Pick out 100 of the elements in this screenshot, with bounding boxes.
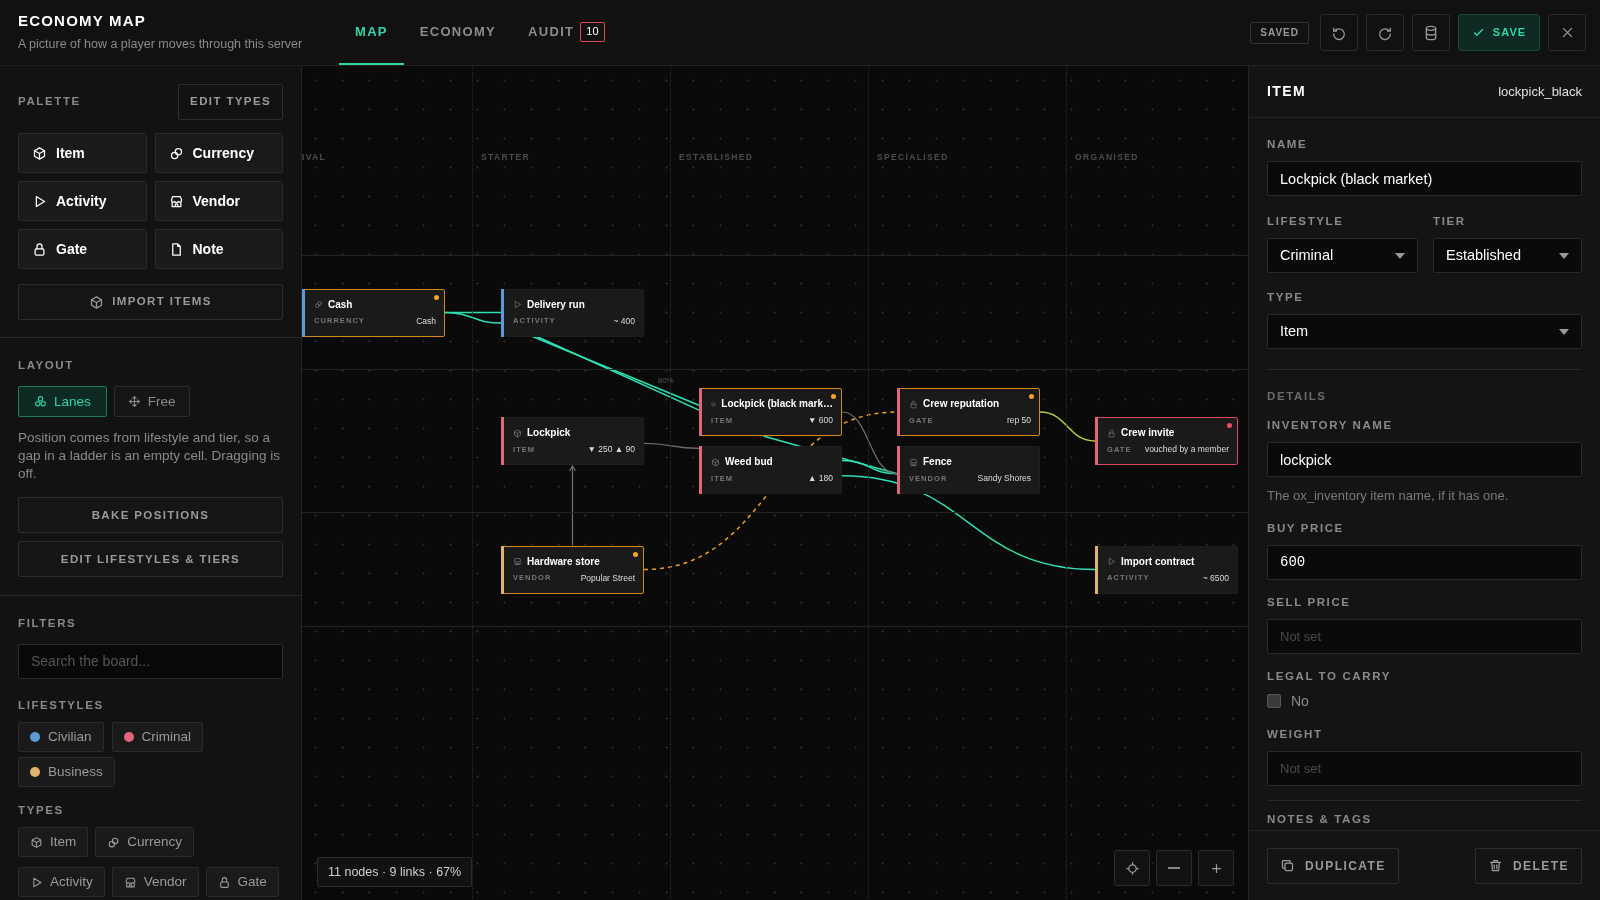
node-value: Cash bbox=[416, 314, 436, 328]
play-icon bbox=[1107, 557, 1116, 566]
recenter-button[interactable] bbox=[1114, 850, 1150, 886]
number-field[interactable]: Not set bbox=[1267, 750, 1582, 786]
play-icon bbox=[30, 875, 43, 889]
palette-item[interactable]: Vendor bbox=[154, 181, 283, 221]
import-items-button[interactable]: IMPORT ITEMS bbox=[18, 284, 283, 320]
caret-icon bbox=[1559, 328, 1569, 335]
node-title: Hardware store bbox=[527, 555, 600, 568]
save-button[interactable]: SAVE bbox=[1458, 14, 1540, 51]
field-label: BUY PRICE bbox=[1267, 520, 1345, 535]
undo-button[interactable] bbox=[1320, 14, 1358, 51]
field-label: LEGAL TO CARRY bbox=[1267, 668, 1392, 683]
lock-icon bbox=[909, 399, 918, 409]
type-chip[interactable]: Item bbox=[18, 827, 89, 857]
lifestyle-chip[interactable]: Civilian bbox=[18, 721, 104, 752]
node-value: Popular Street bbox=[580, 571, 635, 585]
zoom-out-button[interactable] bbox=[1156, 850, 1192, 886]
tier-label: STARTER bbox=[481, 152, 531, 162]
lifestyle-chip[interactable]: Criminal bbox=[111, 721, 204, 752]
lock-icon bbox=[217, 875, 231, 889]
node-value: ~ 6500 bbox=[1202, 571, 1229, 585]
layout-description: Position comes from lifestyle and tier, so a gap in a ladder is an empty cell. Dragging is off. bbox=[18, 429, 281, 484]
app-title: ECONOMY MAP bbox=[18, 11, 147, 30]
type-chip[interactable]: Currency bbox=[95, 827, 195, 857]
field-label: NAME bbox=[1267, 137, 1309, 151]
node-value: rep 50 bbox=[1006, 414, 1031, 427]
move-icon bbox=[127, 395, 141, 409]
link-label: 80% bbox=[657, 375, 674, 388]
cube-icon bbox=[32, 145, 47, 161]
checkbox-label: No bbox=[1291, 691, 1309, 711]
caret-icon bbox=[1395, 252, 1405, 259]
field-label: WEIGHT bbox=[1267, 726, 1324, 741]
coins-icon bbox=[314, 300, 323, 309]
save-status: SAVED bbox=[1250, 21, 1309, 44]
field-hint: The ox_inventory item name, if it has one. bbox=[1267, 487, 1510, 506]
node-title: Delivery run bbox=[527, 298, 585, 311]
close-button[interactable] bbox=[1548, 14, 1586, 51]
field-label: TIER bbox=[1433, 214, 1467, 228]
type-chip[interactable]: Vendor bbox=[111, 867, 199, 897]
lifestyle-chip[interactable]: Business bbox=[18, 756, 115, 787]
layout-toggle[interactable]: Lanes bbox=[18, 386, 107, 418]
redo-button[interactable] bbox=[1366, 14, 1404, 51]
select-field[interactable]: Item bbox=[1267, 314, 1582, 349]
field-label: LIFESTYLE bbox=[1267, 214, 1345, 228]
name-field[interactable]: Lockpick (black market) bbox=[1267, 161, 1582, 196]
cube-icon bbox=[89, 294, 105, 310]
zoom-in-button[interactable] bbox=[1198, 850, 1234, 886]
duplicate-button[interactable]: DUPLICATE bbox=[1267, 847, 1399, 884]
tier-label: IVAL bbox=[302, 152, 327, 162]
section-title: TYPES bbox=[18, 802, 65, 818]
copy-icon bbox=[1280, 858, 1295, 873]
cube-icon bbox=[513, 428, 522, 438]
layout-button[interactable]: BAKE POSITIONS bbox=[18, 497, 283, 534]
database-icon bbox=[1423, 24, 1439, 41]
database-button[interactable] bbox=[1412, 14, 1450, 51]
palette-item[interactable]: Gate bbox=[18, 229, 147, 269]
crosshair-icon bbox=[1124, 860, 1140, 876]
tier-label: ORGANISED bbox=[1075, 152, 1139, 162]
layout-button[interactable]: EDIT LIFESTYLES & TIERS bbox=[18, 541, 283, 578]
node-title: Lockpick (black mark… bbox=[721, 398, 833, 410]
layout-toggle[interactable]: Free bbox=[113, 386, 190, 418]
section-title: PALETTE bbox=[18, 94, 81, 110]
node-value: vouched by a member bbox=[1144, 443, 1229, 456]
section-title: DETAILS bbox=[1267, 389, 1328, 404]
node-value: ▲ 180 bbox=[808, 472, 833, 485]
select-field[interactable]: Criminal bbox=[1267, 238, 1418, 273]
text-field[interactable]: lockpick bbox=[1267, 442, 1582, 478]
palette-item[interactable]: Activity bbox=[18, 181, 147, 221]
item-key: lockpick_black bbox=[1498, 81, 1582, 102]
type-chip[interactable]: Gate bbox=[205, 867, 279, 897]
check-icon bbox=[1471, 26, 1485, 39]
number-field[interactable]: Not set bbox=[1267, 618, 1582, 654]
tab[interactable]: ECONOMY bbox=[403, 0, 513, 65]
cube-icon bbox=[30, 835, 43, 849]
node-value: ▼ 600 bbox=[808, 414, 833, 427]
edit-types-button[interactable]: EDIT TYPES bbox=[178, 84, 283, 120]
count-badge: 10 bbox=[580, 21, 605, 42]
tier-label: ESTABLISHED bbox=[679, 152, 754, 162]
lock-icon bbox=[1107, 428, 1116, 438]
node-title: Crew invite bbox=[1121, 427, 1175, 439]
checkbox[interactable] bbox=[1267, 694, 1281, 709]
palette-item[interactable]: Note bbox=[154, 229, 283, 269]
node-title: Import contract bbox=[1121, 555, 1195, 568]
delete-button[interactable]: DELETE bbox=[1475, 847, 1582, 884]
coins-icon bbox=[107, 835, 121, 849]
tab[interactable]: AUDIT 10 bbox=[512, 0, 621, 65]
store-icon bbox=[513, 557, 522, 566]
select-field[interactable]: Established bbox=[1433, 238, 1582, 273]
circles-icon bbox=[34, 395, 47, 409]
search-field[interactable]: Search the board... bbox=[18, 643, 283, 679]
type-chip[interactable]: Activity bbox=[18, 867, 105, 897]
minus-icon bbox=[1168, 867, 1180, 869]
section-title: LAYOUT bbox=[18, 358, 75, 373]
number-field[interactable]: 600 bbox=[1267, 544, 1582, 580]
field-label: TYPE bbox=[1267, 290, 1305, 304]
palette-item[interactable]: Item bbox=[18, 133, 147, 173]
panel-title: ITEM bbox=[1267, 82, 1307, 101]
node-value: ▼ 250 ▲ 90 bbox=[587, 443, 635, 456]
palette-item[interactable]: Currency bbox=[154, 133, 283, 173]
